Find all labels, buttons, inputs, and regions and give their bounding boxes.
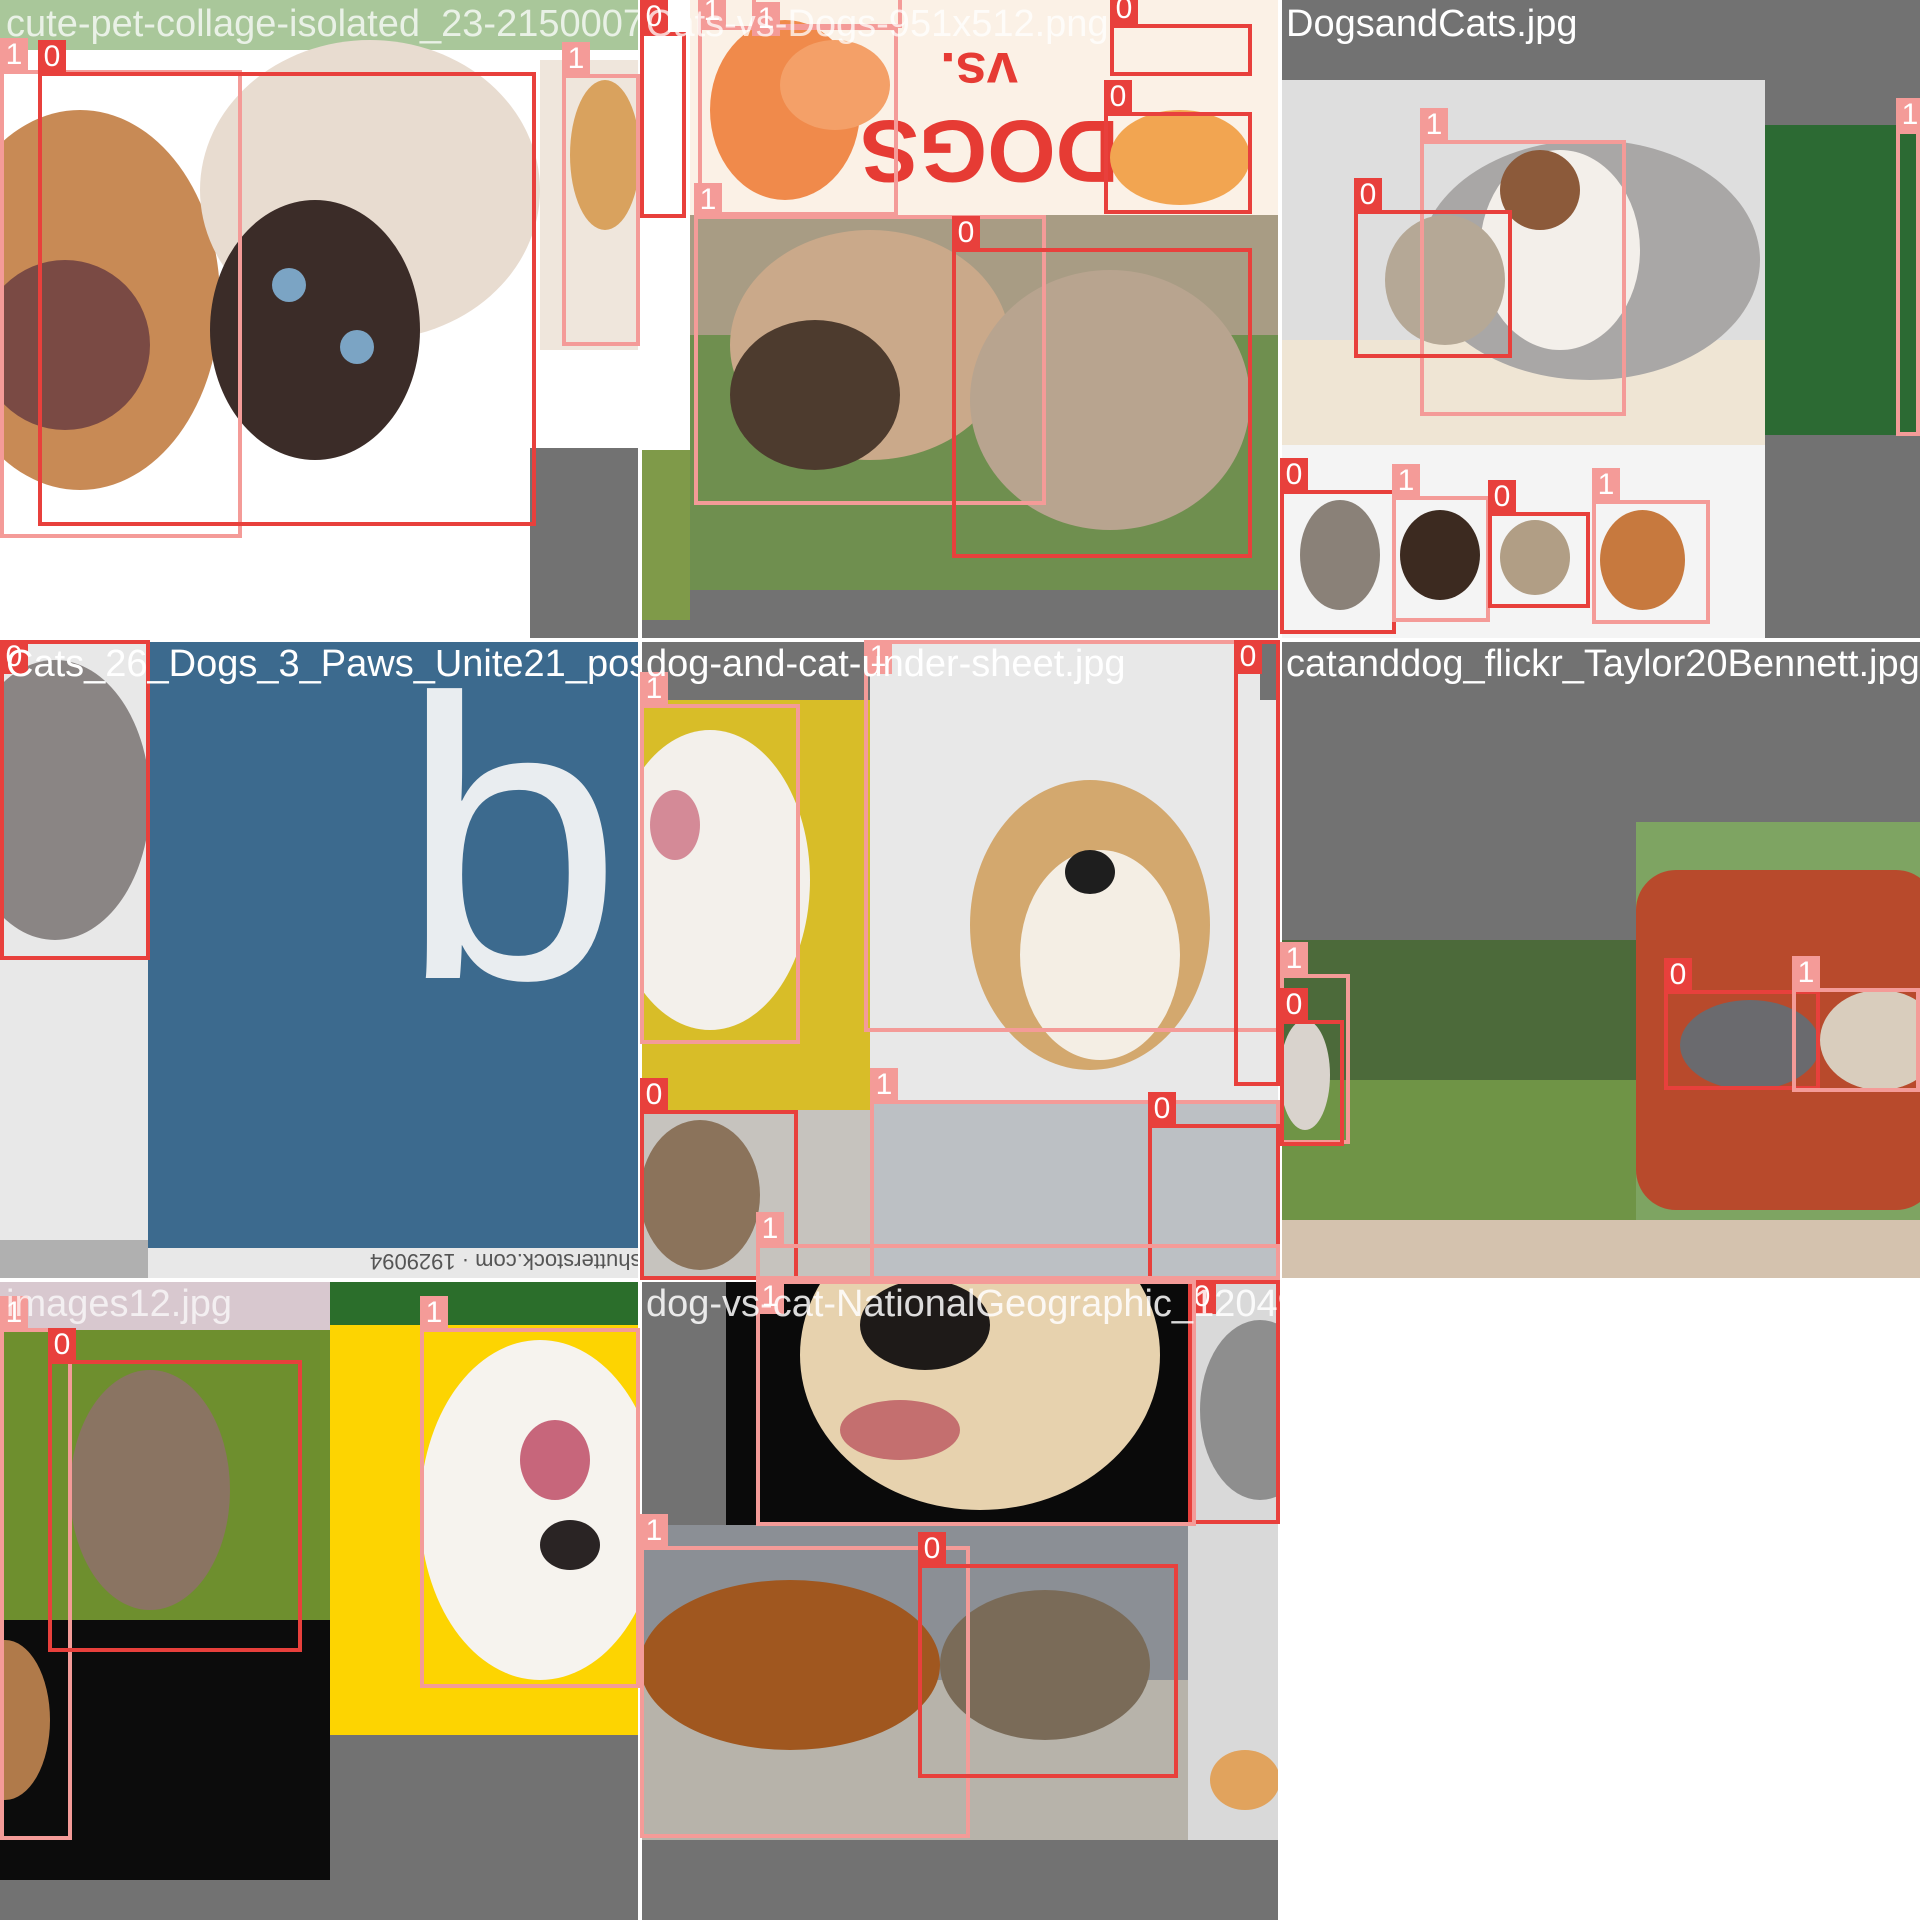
photo-floor xyxy=(1280,1220,1920,1280)
detection-box-dog: 1 xyxy=(420,1296,640,1688)
detection-box-cat: 0 xyxy=(1354,178,1512,358)
class-label: 0 xyxy=(1664,958,1692,992)
class-label: 0 xyxy=(1104,80,1132,114)
watermark-text: shutterstock.com · 1929094 xyxy=(370,1249,640,1274)
detection-box-dog: 1 xyxy=(1896,98,1920,436)
class-label: 0 xyxy=(1110,0,1138,26)
mosaic-tile-6: catanddog_flickr_Taylor20Bennett.jpg 1 0… xyxy=(1280,640,1920,1280)
padding-area xyxy=(640,590,1280,640)
detection-box-dog: 1 xyxy=(864,640,1280,1032)
mosaic-tile-5: dog-and-cat-under-sheet.jpg 1 1 0 0 1 0 … xyxy=(640,640,1280,1280)
image-filename: Cats_26_Dogs_3_Paws_Unite21_poster.jpg xyxy=(6,643,640,685)
detection-box-cat: 0 xyxy=(640,0,686,218)
detection-box-cat: 0 xyxy=(1104,80,1252,214)
class-label: 1 xyxy=(1896,98,1920,132)
class-label: 1 xyxy=(756,1212,784,1246)
class-label: 0 xyxy=(1280,988,1308,1022)
class-label: 1 xyxy=(562,42,590,76)
class-label: 1 xyxy=(1792,956,1820,990)
class-label: 0 xyxy=(48,1328,76,1362)
image-filename: DogsandCats.jpg xyxy=(1286,3,1578,45)
detection-box-cat: 0 xyxy=(1280,988,1344,1146)
class-label: 1 xyxy=(1280,942,1308,976)
detection-box-cat: 0 xyxy=(48,1328,302,1652)
class-label: 1 xyxy=(420,1296,448,1330)
poster-letter: b xyxy=(400,640,623,1063)
mosaic-tile-1: cute-pet-collage-isolated_23-2150007407.… xyxy=(0,0,640,640)
detection-box-cat: 0 xyxy=(952,216,1252,558)
detection-box-dog: 1 xyxy=(1392,464,1490,622)
detection-box-cat: 0 xyxy=(0,640,150,960)
poster-vs-text: vs. xyxy=(940,41,1018,104)
image-filename: cute-pet-collage-isolated_23-2150007407.… xyxy=(6,3,640,45)
detection-box-dog: 1 xyxy=(1792,956,1920,1092)
class-label: 1 xyxy=(1592,468,1620,502)
photo-green-top xyxy=(330,1280,640,1325)
image-filename: Cats-vs-Dogs-951x512.png xyxy=(646,3,1109,45)
image-filename: dog-and-cat-under-sheet.jpg xyxy=(646,643,1126,685)
detection-box-cat: 0 xyxy=(1488,480,1590,608)
class-label: 1 xyxy=(870,1068,898,1102)
mosaic-tile-8: dog-vs-cat-NationalGeographic_1204948_2x… xyxy=(640,1280,1280,1920)
image-filename: dog-vs-cat-NationalGeographic_1204948_2x xyxy=(646,1283,1280,1325)
detection-box-cat: 0 xyxy=(38,40,536,526)
padding-area xyxy=(0,1240,148,1280)
detection-box-cat: 0 xyxy=(918,1532,1178,1778)
detection-box-dog: 1 xyxy=(640,672,800,1044)
class-label: 1 xyxy=(1392,464,1420,498)
class-label: 0 xyxy=(640,1078,668,1112)
detection-box-cat: 0 xyxy=(1280,458,1396,634)
class-label: 0 xyxy=(918,1532,946,1566)
padding-area xyxy=(530,448,640,640)
mosaic-tile-empty xyxy=(1280,1280,1920,1920)
dog-paw xyxy=(1210,1750,1280,1810)
detection-box-cat: 0 xyxy=(1110,0,1252,76)
class-label: 0 xyxy=(952,216,980,250)
class-label: 0 xyxy=(1234,640,1262,674)
class-label: 1 xyxy=(1420,108,1448,142)
mosaic-tile-7: images12.jpg 1 0 1 xyxy=(0,1280,640,1920)
detection-box-dog: 1 xyxy=(698,0,898,216)
detection-box-cat: 0 xyxy=(1234,640,1280,1086)
detection-box-dog: 1 xyxy=(562,42,640,346)
class-label: 0 xyxy=(1488,480,1516,514)
poster-dogs-text: DOGS xyxy=(860,102,1120,201)
mosaic-tile-2: vs. DOGS Cats-vs-Dogs-951x512.png 0 1 1 … xyxy=(640,0,1280,640)
class-label: 0 xyxy=(1354,178,1382,212)
class-label: 1 xyxy=(640,1514,668,1548)
detection-box-dog: 1 xyxy=(756,1212,1280,1280)
detection-box-dog: 1 xyxy=(1592,468,1710,624)
class-label: 0 xyxy=(1148,1092,1176,1126)
image-filename: images12.jpg xyxy=(6,1283,233,1325)
left-green-strip xyxy=(640,450,690,620)
image-filename: catanddog_flickr_Taylor20Bennett.jpg xyxy=(1286,643,1920,685)
class-label: 1 xyxy=(694,183,722,217)
mosaic-tile-4: b shutterstock.com · 1929094 Cats_26_Dog… xyxy=(0,640,640,1280)
class-label: 0 xyxy=(1280,458,1308,492)
mosaic-tile-3: DogsandCats.jpg 1 0 1 0 1 0 1 xyxy=(1280,0,1920,640)
